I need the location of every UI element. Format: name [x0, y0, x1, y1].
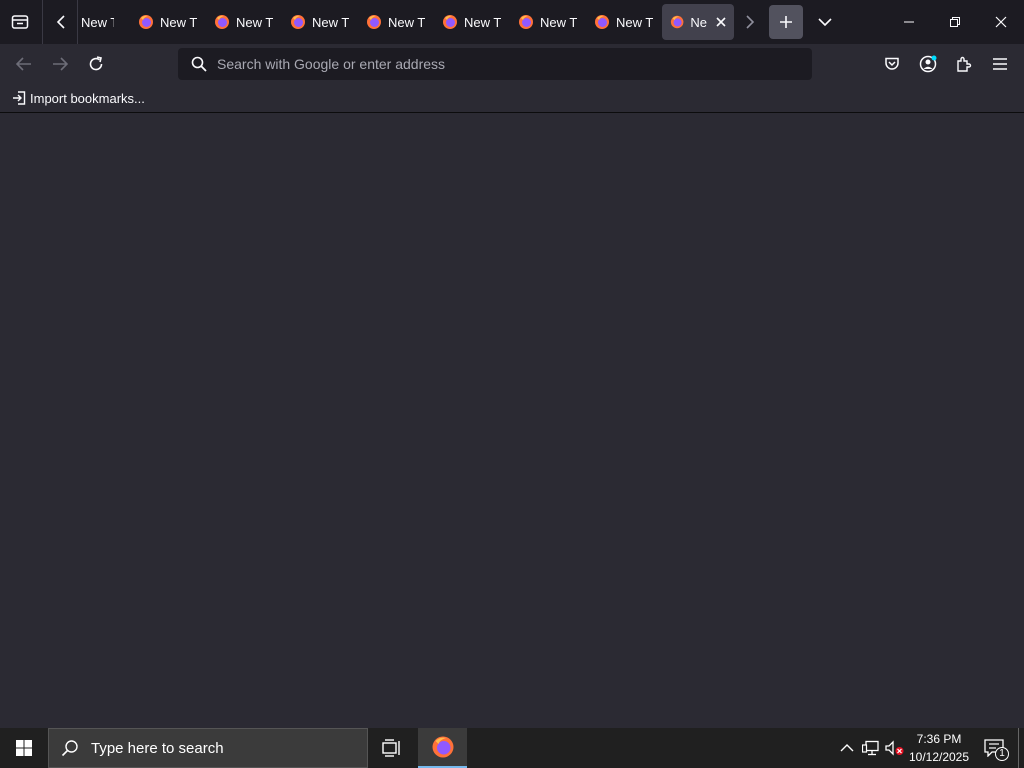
import-icon: [13, 91, 26, 105]
scroll-tabs-left-button[interactable]: [46, 8, 76, 36]
task-view-icon: [382, 739, 400, 757]
tab-label: New T: [160, 14, 198, 30]
firefox-icon: [432, 736, 453, 758]
speaker-muted-icon: [885, 740, 904, 756]
tab-label: Ne: [690, 14, 707, 30]
firefox-icon: [443, 15, 457, 29]
tab-item[interactable]: New T: [510, 4, 586, 40]
minimize-icon: [904, 21, 914, 23]
new-tab-button[interactable]: [769, 5, 803, 39]
tab-item[interactable]: New T: [78, 4, 122, 40]
show-desktop-button[interactable]: [1018, 728, 1019, 768]
clock-date: 10/12/2025: [908, 750, 970, 764]
tab-label: New T: [616, 14, 654, 30]
tab-item[interactable]: New T: [358, 4, 434, 40]
pocket-icon: [885, 57, 899, 70]
tab-list: New T New T New T New T New T New T New …: [78, 4, 734, 40]
puzzle-icon: [957, 56, 972, 72]
close-tab-button[interactable]: [716, 15, 726, 30]
list-all-tabs-button[interactable]: [810, 8, 840, 36]
tab-item[interactable]: New T: [282, 4, 358, 40]
clock-time: 7:36 PM: [916, 732, 962, 746]
import-bookmarks-button[interactable]: Import bookmarks...: [12, 91, 145, 106]
taskbar-search-placeholder: Type here to search: [91, 739, 224, 757]
windows-logo-icon: [16, 740, 32, 756]
navigation-toolbar: [0, 44, 1024, 84]
chevron-right-icon: [746, 15, 755, 29]
restore-icon: [950, 17, 960, 27]
save-to-pocket-button[interactable]: [878, 50, 906, 78]
app-menu-button[interactable]: [986, 50, 1014, 78]
search-icon: [191, 56, 207, 72]
chevron-left-icon: [56, 15, 65, 29]
account-button[interactable]: [914, 50, 942, 78]
search-icon: [61, 740, 78, 757]
restore-button[interactable]: [932, 0, 978, 44]
tab-strip: New T New T New T New T New T New T New …: [0, 0, 1024, 44]
firefox-icon: [595, 15, 609, 29]
arrow-right-icon: [53, 57, 68, 71]
minimize-button[interactable]: [886, 0, 932, 44]
notification-count-badge: 1: [995, 747, 1009, 761]
forward-button[interactable]: [46, 50, 74, 78]
tabstrip-separator: [42, 0, 43, 44]
network-button[interactable]: [860, 728, 882, 768]
close-icon: [995, 16, 1007, 28]
network-icon: [862, 740, 879, 756]
firefox-icon: [291, 15, 305, 29]
account-icon: [919, 55, 937, 73]
close-icon: [716, 16, 726, 27]
firefox-taskbar-button[interactable]: [418, 728, 467, 768]
url-input[interactable]: [217, 56, 777, 72]
task-view-button[interactable]: [368, 728, 416, 768]
arrow-left-icon: [16, 57, 31, 71]
tab-label: New T: [236, 14, 274, 30]
taskbar-search-box[interactable]: Type here to search: [48, 728, 368, 768]
tab-label: New T: [81, 14, 114, 30]
bookmarks-toolbar: Import bookmarks...: [0, 84, 1024, 113]
action-center-button[interactable]: 1: [978, 728, 1010, 768]
tab-item[interactable]: New T: [206, 4, 282, 40]
firefox-icon: [519, 15, 533, 29]
firefox-icon: [215, 15, 229, 29]
tab-label: New T: [464, 14, 502, 30]
hamburger-menu-icon: [993, 58, 1007, 70]
scroll-tabs-right-button[interactable]: [736, 8, 764, 36]
firefox-icon: [139, 15, 153, 29]
page-content[interactable]: [0, 113, 1024, 728]
extensions-button[interactable]: [950, 50, 978, 78]
start-button[interactable]: [0, 728, 48, 768]
reload-icon: [89, 56, 103, 71]
tab-item-active[interactable]: Ne: [662, 4, 734, 40]
plus-icon: [780, 16, 792, 28]
firefox-view-button[interactable]: [0, 0, 40, 44]
reload-button[interactable]: [82, 50, 110, 78]
chevron-up-icon: [840, 744, 854, 752]
show-hidden-icons-button[interactable]: [836, 728, 858, 768]
tab-item[interactable]: New T: [434, 4, 510, 40]
firefox-icon: [367, 15, 381, 29]
windows-taskbar: Type here to search 7:36 PM 10/12/2025 1: [0, 728, 1024, 768]
tab-item[interactable]: New T: [586, 4, 662, 40]
back-button[interactable]: [10, 50, 38, 78]
firefox-view-icon: [11, 15, 29, 29]
tab-item[interactable]: New T: [130, 4, 206, 40]
import-bookmarks-label: Import bookmarks...: [30, 90, 145, 106]
taskbar-clock[interactable]: 7:36 PM 10/12/2025: [906, 730, 972, 766]
chevron-down-icon: [818, 18, 832, 27]
tab-label: New T: [312, 14, 350, 30]
url-bar[interactable]: [178, 48, 812, 80]
volume-button[interactable]: [884, 728, 906, 768]
tab-label: New T: [540, 14, 578, 30]
tab-label: New T: [388, 14, 426, 30]
firefox-icon: [670, 15, 684, 29]
close-window-button[interactable]: [978, 0, 1024, 44]
